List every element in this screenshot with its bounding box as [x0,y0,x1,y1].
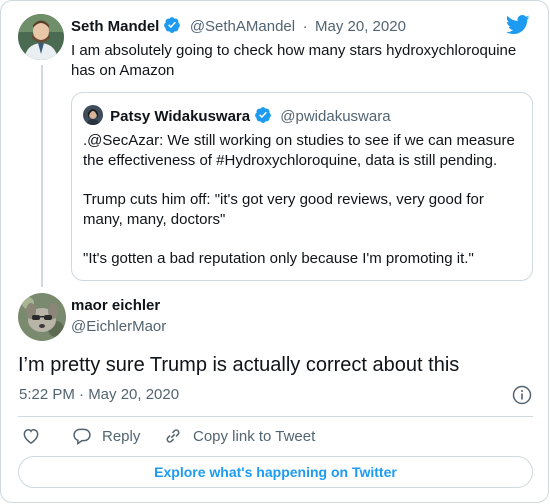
twitter-bird-icon[interactable] [505,15,530,40]
tweet-embed-card: Seth Mandel @SethAMandel · May 20, 2020 … [0,0,549,503]
like-button[interactable] [21,426,41,450]
avatar[interactable] [18,293,66,341]
link-icon [163,426,183,446]
quote-paragraph: "It's gotten a bad reputation only becau… [83,250,474,267]
info-icon[interactable] [512,385,532,410]
avatar[interactable] [18,14,64,60]
copy-link-label: Copy link to Tweet [193,427,316,445]
quote-paragraph: .@SecAzar: We still working on studies t… [83,132,515,169]
reply-author-name[interactable]: maor eichler [71,297,160,314]
quote-paragraph: Trump cuts him off: "it's got very good … [83,191,484,228]
quote-body: .@SecAzar: We still working on studies t… [83,131,523,288]
reply-icon [72,426,92,446]
explore-button[interactable]: Explore what's happening on Twitter [18,456,533,488]
tweet-header: Seth Mandel @SethAMandel · May 20, 2020 [71,16,406,39]
quote-author-handle: @pwidakuswara [280,108,391,125]
divider [18,416,533,417]
reply-label: Reply [102,427,141,445]
verified-badge-icon [254,106,272,128]
quote-avatar [83,105,103,125]
quote-tweet[interactable]: Patsy Widakuswara @pwidakuswara .@SecAza… [71,92,533,281]
reply-button[interactable]: Reply [72,426,140,446]
tweet-text: I am absolutely going to check how many … [71,42,517,79]
reply-timestamp[interactable]: 5:22 PM · May 20, 2020 [19,386,179,403]
reply-text: I’m pretty sure Trump is actually correc… [18,354,460,376]
thread-line [41,65,43,287]
heart-icon [21,426,41,450]
separator: · [302,18,308,35]
author-handle[interactable]: @SethAMandel [190,18,295,35]
quote-header: Patsy Widakuswara @pwidakuswara [83,105,391,128]
reply-author-handle[interactable]: @EichlerMaor [71,318,166,335]
quote-author-name: Patsy Widakuswara [110,108,251,125]
tweet-date[interactable]: May 20, 2020 [315,18,406,35]
verified-badge-icon [163,16,181,39]
author-name[interactable]: Seth Mandel [71,18,159,35]
copy-link-button[interactable]: Copy link to Tweet [163,426,315,446]
